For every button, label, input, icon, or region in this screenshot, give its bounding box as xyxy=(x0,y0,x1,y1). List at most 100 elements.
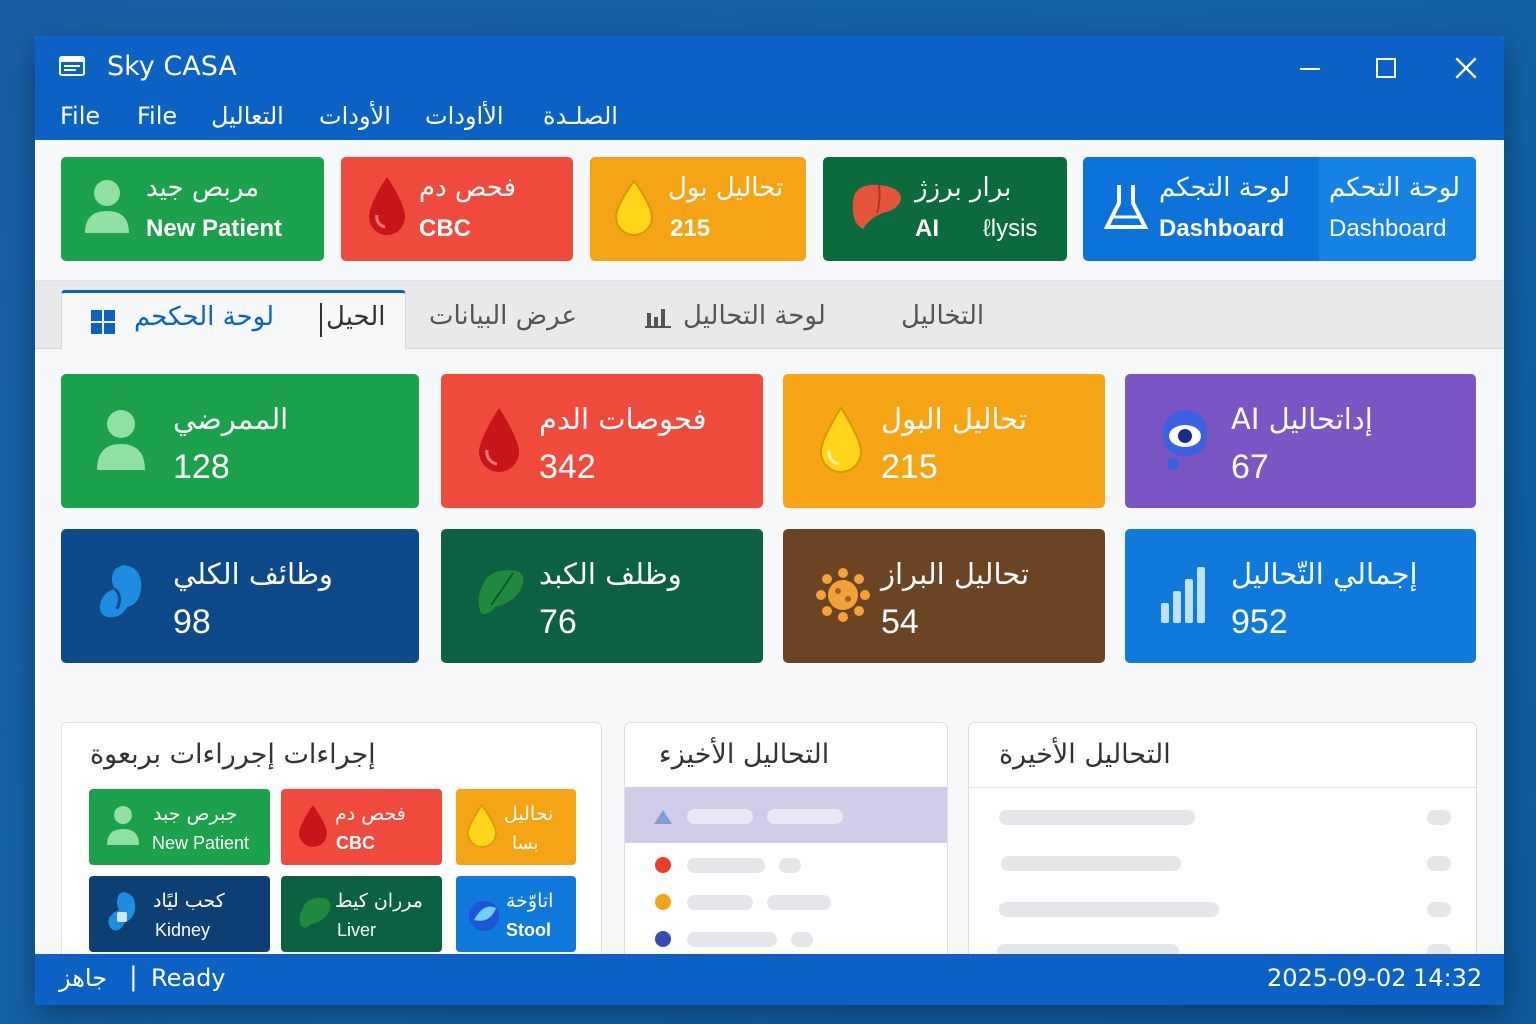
quick-new-patient-button[interactable]: جبرص جبد New Patient xyxy=(89,789,270,865)
recent-row-selected[interactable] xyxy=(625,787,947,843)
menu-help[interactable]: الصلـدة xyxy=(543,102,618,130)
title-bar: Sky CASA File File التعاليل الأودات الأا… xyxy=(35,36,1504,140)
stat-card-total[interactable]: إجمالي التّحاليل 952 xyxy=(1125,529,1476,663)
maximize-button[interactable] xyxy=(1366,48,1406,88)
dashboard-button[interactable]: لوحة التجكم Dashboard لوحة التحكم Dashbo… xyxy=(1083,157,1476,261)
stat-card-urine-tests[interactable]: تحاليل البول 215 xyxy=(783,374,1105,508)
blood-drop-icon xyxy=(369,177,405,235)
quick-kidney-button[interactable]: كحب ليًاد Kidney xyxy=(89,876,270,952)
stat-label: AI إداتحاليل xyxy=(1231,402,1373,436)
recent-row[interactable] xyxy=(625,925,947,955)
mini-label-en: Kidney xyxy=(155,920,211,940)
recent-row[interactable] xyxy=(625,851,947,881)
status-ar: جاهز xyxy=(59,964,108,992)
windows-grid-icon xyxy=(91,310,115,334)
mini-label-en: CBC xyxy=(336,833,375,853)
new-patient-button[interactable]: مربص جيد New Patient xyxy=(61,157,324,261)
minimize-button[interactable] xyxy=(1290,48,1330,88)
germ-icon xyxy=(816,568,870,622)
quick-urine-button[interactable]: نحاليل بسا xyxy=(456,789,576,865)
menu-file[interactable]: File xyxy=(60,102,100,130)
tab-tricks-label: الحيل xyxy=(326,302,386,332)
recent-row[interactable] xyxy=(969,853,1476,875)
menu-file-2[interactable]: File xyxy=(137,102,177,130)
stat-card-liver[interactable]: وظلف الكبد 76 xyxy=(441,529,763,663)
analysis-label: ℓlysis xyxy=(983,215,1038,242)
liver-icon xyxy=(478,570,524,615)
tab-dashboard[interactable]: لوحة الحكحم الحيل xyxy=(61,290,406,350)
person-icon xyxy=(85,180,129,233)
recent-row[interactable] xyxy=(969,899,1476,921)
triangle-icon xyxy=(654,810,672,824)
stat-value: 215 xyxy=(881,448,938,486)
kidney-icon xyxy=(108,892,136,931)
quick-cbc-button[interactable]: فحص دم CBC xyxy=(281,789,442,865)
close-button[interactable] xyxy=(1446,48,1486,88)
mini-label-ar: مرران كيط xyxy=(335,890,423,912)
stat-label: تحاليل البراز xyxy=(881,557,1030,591)
stool-icon xyxy=(469,901,499,931)
minimize-icon xyxy=(1300,68,1320,70)
blood-drop-icon xyxy=(479,408,519,472)
stat-card-ai-analyses[interactable]: AI إداتحاليل 67 xyxy=(1125,374,1476,508)
status-dot-red xyxy=(655,857,671,873)
cbc-button[interactable]: فحص دم CBC xyxy=(341,157,573,261)
stat-value: 128 xyxy=(173,448,230,486)
quick-liver-button[interactable]: مرران كيط Liver xyxy=(281,876,442,952)
ai-eye-icon xyxy=(1163,410,1207,470)
urine-label-ar: تحاليل بول xyxy=(668,173,784,203)
tab-analyses-dashboard-label: لوحة التحاليل xyxy=(683,301,826,331)
mini-label-en: Stool xyxy=(506,920,551,940)
stat-card-blood-tests[interactable]: فحوصات الدم 342 xyxy=(441,374,763,508)
stat-value: 98 xyxy=(173,603,211,641)
quick-stool-button[interactable]: اتاوّخة Stool xyxy=(456,876,576,952)
recent-analyses-panel-1: التحاليل الأخيزء xyxy=(624,722,948,968)
cbc-label-en: CBC xyxy=(419,215,471,242)
quick-actions-title: إجراءات إجرراءات بربعوة xyxy=(90,739,376,770)
stat-card-patients[interactable]: الممرضي 128 xyxy=(61,374,419,508)
stat-label: تحاليل البول xyxy=(881,402,1028,436)
urine-drop-icon xyxy=(614,179,654,236)
title-row: Sky CASA xyxy=(35,36,1504,98)
ai-label: AI xyxy=(915,215,939,242)
status-dot-blue xyxy=(655,931,671,947)
mini-label-ar: نحاليل xyxy=(504,803,554,825)
mini-label-en: Liver xyxy=(337,920,377,940)
stat-label: وظلف الكبد xyxy=(539,557,682,591)
dashboard-label-ar: لوحة التجكم xyxy=(1159,173,1291,203)
recent-row[interactable] xyxy=(969,807,1476,829)
recent-analyses-panel-2: التحاليل الأخيرة xyxy=(968,722,1477,968)
quick-actions-panel: إجراءات إجرراءات بربعوة جبرص جبد New Pat… xyxy=(61,722,602,968)
new-patient-label-en: New Patient xyxy=(146,215,283,242)
stat-card-stool[interactable]: تحاليل البراز 54 xyxy=(783,529,1105,663)
recent-panel-title: التحاليل الأخيرة xyxy=(999,739,1171,770)
status-dot-orange xyxy=(655,894,671,910)
stat-value: 54 xyxy=(881,603,919,641)
maximize-icon xyxy=(1376,58,1396,78)
status-ready: Ready xyxy=(151,964,226,992)
tab-bar: لوحة الحكحم الحيل عرض البيانات لوحة التح… xyxy=(35,281,1504,350)
mini-label-ar: اتاوّخة xyxy=(506,890,554,912)
main-content: مربص جيد New Patient فحص دم CBC تحاليل ب… xyxy=(35,140,1504,968)
recent-row[interactable] xyxy=(625,888,947,918)
bar-chart-icon xyxy=(1161,567,1205,623)
urine-button[interactable]: تحاليل بول 215 xyxy=(590,157,806,261)
menu-tools-2[interactable]: الأاودات xyxy=(425,102,504,130)
app-window: Sky CASA File File التعاليل الأودات الأا… xyxy=(35,36,1504,1005)
tab-data-view[interactable]: عرض البيانات xyxy=(429,301,577,331)
menu-analyses[interactable]: التعاليل xyxy=(211,102,284,130)
status-time: 14:32 xyxy=(1413,964,1483,992)
dashboard-label-ar-2: لوحة التحكم xyxy=(1329,173,1461,203)
stat-label: فحوصات الدم xyxy=(539,402,707,436)
stat-label: إجمالي التّحاليل xyxy=(1231,557,1418,591)
person-icon xyxy=(107,806,139,845)
status-bar: جاهز | Ready 2025-09-02 14:32 xyxy=(35,954,1504,1005)
menu-tools[interactable]: الأودات xyxy=(319,102,391,130)
bar-chart-icon xyxy=(645,309,671,328)
ai-analysis-button[interactable]: برار برزژ AI ℓlysis xyxy=(823,157,1067,261)
stat-card-kidney[interactable]: وظائف الكلي 98 xyxy=(61,529,419,663)
blood-drop-icon xyxy=(299,805,327,847)
new-patient-label-ar: مربص جيد xyxy=(146,173,260,203)
app-window-icon xyxy=(59,56,85,76)
tab-analyses[interactable]: التخاليل xyxy=(901,301,984,331)
